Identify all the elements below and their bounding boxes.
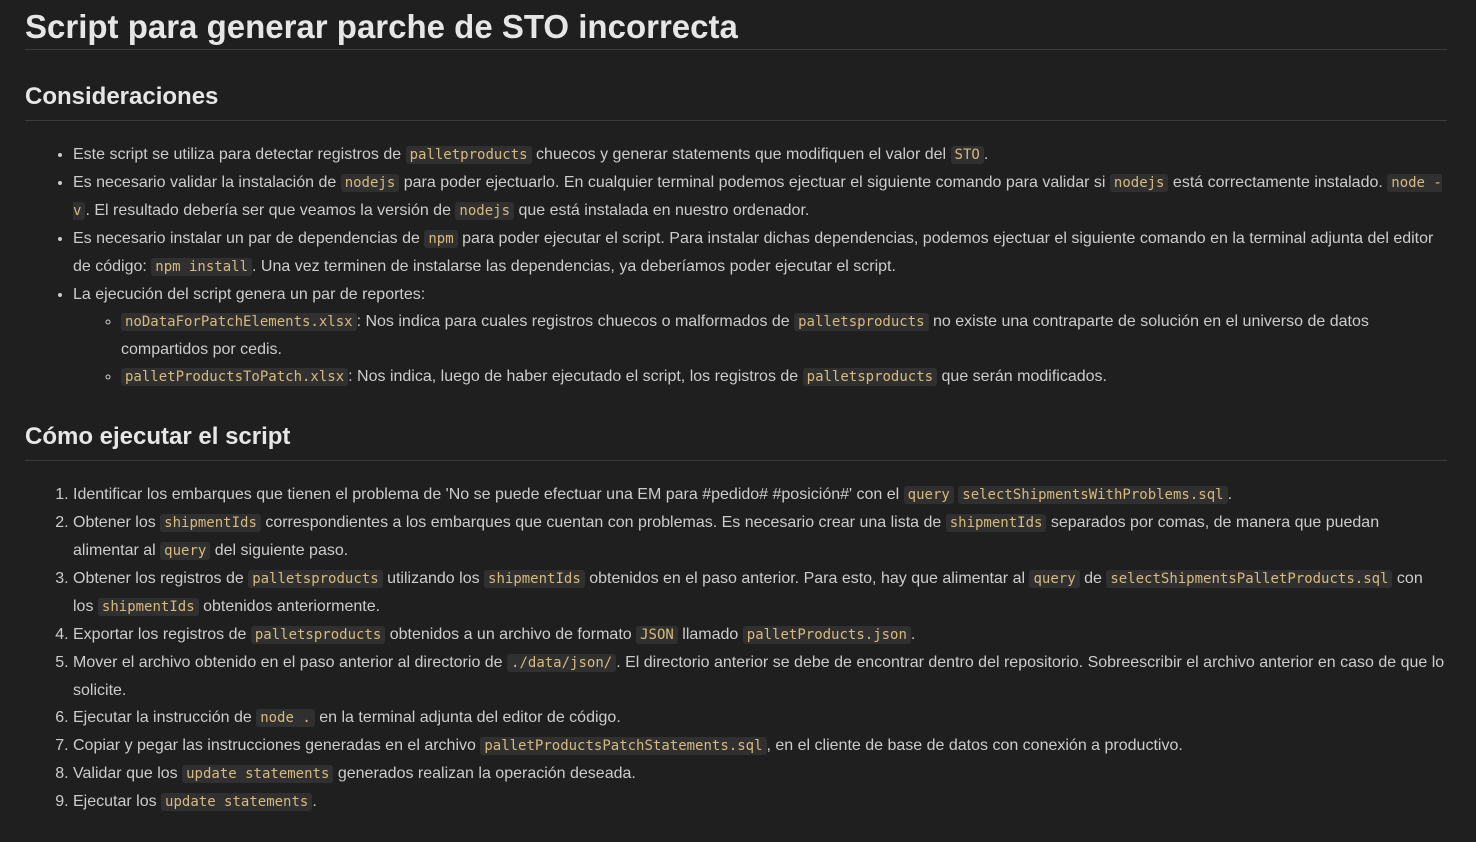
text: utilizando los <box>382 570 485 587</box>
list-item: Este script se utiliza para detectar reg… <box>73 141 1447 169</box>
inline-code: JSON <box>636 626 678 644</box>
text: Validar que los <box>73 765 183 782</box>
text: Exportar los registros de <box>73 626 251 643</box>
markdown-preview: Script para generar parche de STO incorr… <box>25 0 1447 816</box>
inline-code: noDataForPatchElements.xlsx <box>121 313 357 331</box>
inline-code: palletProductsPatchStatements.sql <box>480 737 767 755</box>
text: obtenidos anteriormente. <box>198 598 381 615</box>
inline-code: shipmentIds <box>484 570 585 588</box>
step-item: Identificar los embarques que tienen el … <box>73 481 1447 509</box>
inline-code: update statements <box>182 765 334 783</box>
inline-code: nodejs <box>340 174 400 192</box>
text: Ejecutar los <box>73 793 162 810</box>
inline-code: shipmentIds <box>945 514 1047 532</box>
text: llamado <box>677 626 743 643</box>
step-item: Obtener los registros de palletsproducts… <box>73 565 1447 621</box>
step-item: Validar que los update statements genera… <box>73 760 1447 788</box>
text: obtenidos a un archivo de formato <box>385 626 637 643</box>
inline-code: npm <box>424 230 458 248</box>
reports-sublist: noDataForPatchElements.xlsx: Nos indica … <box>73 308 1447 391</box>
section-heading-como-ejecutar: Cómo ejecutar el script <box>25 419 1447 461</box>
step-item: Copiar y pegar las instrucciones generad… <box>73 732 1447 760</box>
inline-code: update statements <box>161 793 313 811</box>
page-title: Script para generar parche de STO incorr… <box>25 0 1447 50</box>
text: , en el cliente de base de datos con con… <box>766 737 1183 754</box>
inline-code: STO <box>950 146 984 164</box>
text: Mover el archivo obtenido en el paso ant… <box>73 654 508 671</box>
text: en la terminal adjunta del editor de cód… <box>314 709 621 726</box>
step-item: Ejecutar los update statements. <box>73 788 1447 816</box>
text: generados realizan la operación deseada. <box>333 765 636 782</box>
text: . <box>312 793 317 810</box>
text: Es necesario validar la instalación de <box>73 174 341 191</box>
sublist-item: palletProductsToPatch.xlsx: Nos indica, … <box>121 363 1447 391</box>
inline-code: palletsproducts <box>794 313 929 331</box>
considerations-list: Este script se utiliza para detectar reg… <box>25 141 1447 391</box>
inline-code: palletproducts <box>405 146 532 164</box>
inline-code: palletProductsToPatch.xlsx <box>121 368 349 386</box>
inline-code: palletsproducts <box>250 626 386 644</box>
text: del siguiente paso. <box>210 542 349 559</box>
text: . <box>910 626 916 643</box>
step-item: Ejecutar la instrucción de node . en la … <box>73 704 1447 732</box>
inline-code: selectShipmentsWithProblems.sql <box>958 486 1228 504</box>
text: Obtener los <box>73 514 161 531</box>
inline-code: palletsproducts <box>802 368 938 386</box>
inline-code: shipmentIds <box>97 598 199 616</box>
sublist-item: noDataForPatchElements.xlsx: Nos indica … <box>121 308 1447 363</box>
text: Ejecutar la instrucción de <box>73 709 257 726</box>
text: La ejecución del script genera un par de… <box>73 286 426 303</box>
text: de <box>1079 570 1107 587</box>
text: que serán modificados. <box>937 368 1107 385</box>
inline-code: palletProducts.json <box>742 626 911 644</box>
text: . Una vez terminen de instalarse las dep… <box>252 258 896 275</box>
inline-code: selectShipmentsPalletProducts.sql <box>1106 570 1393 588</box>
text: Obtener los registros de <box>73 570 249 587</box>
text: para poder ejectuarlo. En cualquier term… <box>399 174 1110 191</box>
list-item: Es necesario instalar un par de dependen… <box>73 225 1447 281</box>
inline-code: npm install <box>151 258 252 276</box>
inline-code: palletsproducts <box>248 570 383 588</box>
inline-code: query <box>903 486 954 504</box>
inline-code: shipmentIds <box>160 514 261 532</box>
text: correspondientes a los embarques que cue… <box>260 514 946 531</box>
list-item: Es necesario validar la instalación de n… <box>73 169 1447 225</box>
inline-code: nodejs <box>1109 174 1169 192</box>
text: : Nos indica para cuales registros chuec… <box>356 313 795 330</box>
text: Copiar y pegar las instrucciones generad… <box>73 737 481 754</box>
inline-code: nodejs <box>455 202 514 220</box>
text: Este script se utiliza para detectar reg… <box>73 146 406 163</box>
text: que está instalada en nuestro ordenador. <box>514 202 810 219</box>
text: chuecos y generar statements que modifiq… <box>531 146 951 163</box>
step-item: Obtener los shipmentIds correspondientes… <box>73 509 1447 565</box>
text: obtenidos en el paso anterior. Para esto… <box>584 570 1030 587</box>
text: está correctamente instalado. <box>1168 174 1388 191</box>
inline-code: ./data/json/ <box>507 654 617 672</box>
text: Identificar los embarques que tienen el … <box>73 486 904 503</box>
inline-code: query <box>160 542 211 560</box>
step-item: Mover el archivo obtenido en el paso ant… <box>73 649 1447 704</box>
list-item: La ejecución del script genera un par de… <box>73 281 1447 391</box>
text: . <box>983 146 989 163</box>
text: : Nos indica, luego de haber ejecutado e… <box>348 368 803 385</box>
steps-list: Identificar los embarques que tienen el … <box>25 481 1447 816</box>
text: . <box>1227 486 1233 503</box>
section-heading-consideraciones: Consideraciones <box>25 79 1447 121</box>
text: Es necesario instalar un par de dependen… <box>73 230 425 247</box>
text: . El resultado debería ser que veamos la… <box>85 202 456 219</box>
inline-code: query <box>1029 570 1080 588</box>
step-item: Exportar los registros de palletsproduct… <box>73 621 1447 649</box>
inline-code: node . <box>256 709 315 727</box>
